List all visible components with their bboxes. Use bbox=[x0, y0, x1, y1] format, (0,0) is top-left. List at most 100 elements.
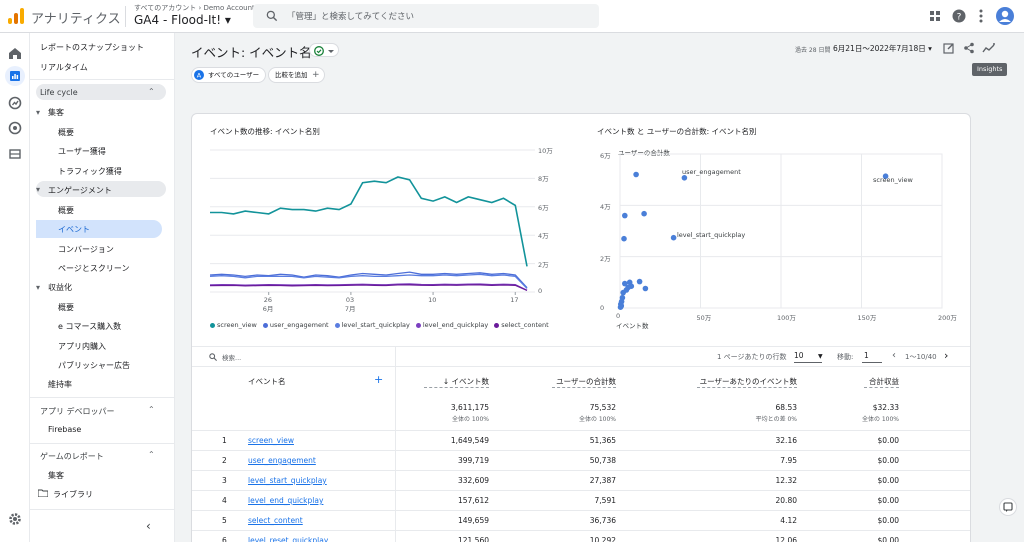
row-users: 7,591 bbox=[594, 496, 616, 505]
nav-pages-screens[interactable]: ページとスクリーン bbox=[58, 263, 129, 274]
nav-acquisition[interactable]: 集客 bbox=[48, 107, 64, 118]
col-header-per-user[interactable]: ユーザーあたりのイベント数 bbox=[657, 376, 797, 387]
scatter-point[interactable] bbox=[670, 234, 677, 241]
expand-arrow-icon[interactable]: ▾ bbox=[36, 283, 40, 292]
home-icon[interactable] bbox=[7, 45, 23, 61]
table-row[interactable]: 2 user_engagement 399,719 50,738 7.95 $0.00 bbox=[192, 450, 970, 470]
add-dimension-icon[interactable]: + bbox=[374, 373, 383, 386]
account-breadcrumb[interactable]: すべてのアカウント › Demo Account bbox=[134, 3, 255, 13]
nav-snapshot[interactable]: レポートのスナップショット bbox=[40, 42, 144, 53]
property-selector[interactable]: GA4 - Flood-It! ▾ bbox=[134, 13, 231, 27]
nav-conversions[interactable]: コンバージョン bbox=[58, 244, 114, 255]
table-search-input[interactable]: 検索... bbox=[222, 352, 241, 362]
expand-arrow-icon[interactable]: ▾ bbox=[36, 185, 40, 194]
collapse-nav-icon[interactable]: ‹ bbox=[146, 519, 151, 533]
row-users: 10,292 bbox=[589, 536, 616, 542]
report-nav: レポートのスナップショット リアルタイム Life cycle ⌃ ▾ 集客 概… bbox=[30, 33, 175, 542]
goto-page-input[interactable]: 1 bbox=[862, 351, 882, 363]
insights-icon[interactable] bbox=[982, 42, 996, 56]
nav-eng-overview[interactable]: 概要 bbox=[58, 205, 74, 216]
avatar[interactable] bbox=[996, 7, 1014, 25]
line-x-tick: 17 bbox=[510, 296, 519, 304]
scatter-point[interactable] bbox=[621, 235, 627, 242]
total-users: 75,532 bbox=[589, 403, 616, 412]
col-header-events[interactable]: ↓ イベント数 bbox=[408, 376, 489, 387]
reports-icon[interactable] bbox=[5, 66, 25, 86]
status-badge[interactable] bbox=[309, 43, 339, 57]
nav-engagement[interactable]: エンゲージメント bbox=[48, 185, 112, 196]
table-row[interactable]: 4 level_end_quickplay 157,612 7,591 20.80 $0.… bbox=[192, 490, 970, 510]
scatter-x-tick: 0 bbox=[616, 312, 621, 320]
scatter-point[interactable] bbox=[620, 289, 626, 296]
nav-events-selected[interactable] bbox=[36, 220, 162, 238]
feedback-icon[interactable] bbox=[999, 498, 1017, 516]
row-event-name[interactable]: user_engagement bbox=[248, 456, 316, 465]
nav-user-acquisition[interactable]: ユーザー獲得 bbox=[58, 146, 106, 157]
table-row[interactable]: 5 select_content 149,659 36,736 4.12 $0.00 bbox=[192, 510, 970, 530]
chevron-up-icon[interactable]: ⌃ bbox=[148, 450, 155, 459]
share-icon[interactable] bbox=[962, 42, 976, 56]
nav-acq-overview[interactable]: 概要 bbox=[58, 127, 74, 138]
nav-inapp[interactable]: アプリ内購入 bbox=[58, 341, 106, 352]
insights-tooltip: Insights bbox=[972, 63, 1008, 76]
analytics-logo-icon[interactable] bbox=[8, 8, 24, 24]
nav-realtime[interactable]: リアルタイム bbox=[40, 62, 88, 73]
scatter-label-user-engagement: user_engagement bbox=[682, 168, 741, 176]
explore-icon[interactable] bbox=[7, 95, 23, 111]
advertising-icon[interactable] bbox=[7, 120, 23, 136]
scatter-point[interactable] bbox=[636, 278, 643, 285]
chip-all-users[interactable]: A すべてのユーザー bbox=[191, 67, 267, 83]
apps-grid-icon[interactable] bbox=[927, 8, 943, 24]
nav-publisher-ads[interactable]: パブリッシャー広告 bbox=[58, 360, 130, 371]
row-event-name[interactable]: level_end_quickplay bbox=[248, 496, 323, 505]
table-row[interactable]: 1 screen_view 1,649,549 51,365 32.16 $0.00 bbox=[192, 430, 970, 450]
chevron-up-icon[interactable]: ⌃ bbox=[148, 405, 155, 414]
next-page-icon[interactable]: › bbox=[944, 349, 948, 362]
row-event-name[interactable]: screen_view bbox=[248, 436, 294, 445]
customize-report-icon[interactable] bbox=[942, 42, 956, 56]
row-event-name[interactable]: select_content bbox=[248, 516, 303, 525]
scatter-chart bbox=[617, 153, 943, 310]
scatter-point[interactable] bbox=[622, 212, 628, 219]
date-range-picker[interactable]: 6月21日～2022年7月18日 ▾ bbox=[833, 43, 932, 54]
nav-game-reports[interactable]: ゲームのレポート bbox=[40, 451, 104, 462]
scatter-point[interactable] bbox=[642, 285, 649, 292]
col-header-revenue[interactable]: 合計収益 bbox=[832, 376, 899, 387]
table-row[interactable]: 6 level_reset_quickplay 121,560 10,292 12.06… bbox=[192, 530, 970, 542]
dropdown-arrow-icon: ▼ bbox=[817, 353, 823, 360]
nav-retention[interactable]: 維持率 bbox=[48, 379, 72, 390]
nav-events[interactable]: イベント bbox=[58, 224, 90, 235]
scatter-point[interactable] bbox=[641, 210, 647, 217]
settings-gear-icon[interactable] bbox=[7, 511, 23, 527]
nav-monetization[interactable]: 収益化 bbox=[48, 282, 72, 293]
rows-per-page-select[interactable]: 10 ▼ bbox=[794, 351, 823, 363]
nav-firebase[interactable]: Firebase bbox=[48, 425, 81, 434]
scatter-point[interactable] bbox=[633, 171, 639, 178]
help-icon[interactable]: ? bbox=[951, 8, 967, 24]
search-bar[interactable]: 「管理」と検索してみてください bbox=[253, 4, 599, 28]
scatter-y-tick: 4万 bbox=[600, 203, 611, 212]
more-vert-icon[interactable] bbox=[973, 8, 989, 24]
row-users: 27,387 bbox=[589, 476, 616, 485]
add-comparison-button[interactable]: 比較を追加 + bbox=[268, 67, 325, 83]
col-header-users[interactable]: ユーザーの合計数 bbox=[522, 376, 616, 387]
nav-app-developer[interactable]: アプリ デベロッパー bbox=[40, 406, 115, 417]
expand-arrow-icon[interactable]: ▾ bbox=[36, 108, 40, 117]
row-event-name[interactable]: level_reset_quickplay bbox=[248, 536, 328, 542]
chevron-up-icon[interactable]: ⌃ bbox=[148, 87, 155, 96]
nav-mon-overview[interactable]: 概要 bbox=[58, 302, 74, 313]
prev-page-icon[interactable]: ‹ bbox=[892, 350, 896, 361]
nav-game-acquisition[interactable]: 集客 bbox=[48, 470, 64, 481]
scatter-point[interactable] bbox=[622, 280, 628, 287]
table-row[interactable]: 3 level_start_quickplay 332,609 27,387 12.32… bbox=[192, 470, 970, 490]
col-header-event-name[interactable]: イベント名 bbox=[248, 376, 286, 387]
app-title[interactable]: アナリティクス bbox=[31, 8, 121, 27]
scatter-point[interactable] bbox=[617, 304, 624, 310]
row-event-name[interactable]: level_start_quickplay bbox=[248, 476, 327, 485]
nav-traffic-acquisition[interactable]: トラフィック獲得 bbox=[58, 166, 122, 177]
nav-ecommerce[interactable]: e コマース購入数 bbox=[58, 321, 121, 332]
row-per-user: 32.16 bbox=[775, 436, 797, 445]
total-events: 3,611,175 bbox=[450, 403, 489, 412]
list-icon[interactable] bbox=[7, 146, 23, 162]
nav-library[interactable]: ライブラリ bbox=[53, 489, 93, 500]
